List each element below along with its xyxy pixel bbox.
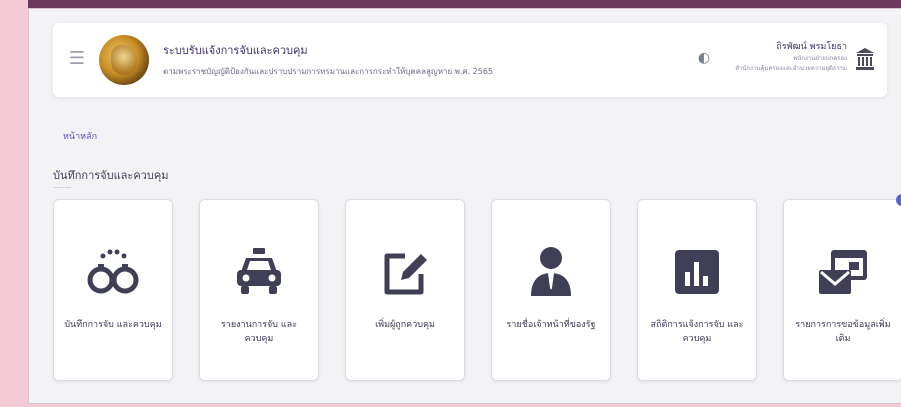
user-role: พนักงานฝ่ายปกครอง bbox=[793, 55, 847, 62]
card-info-requests[interactable]: รายการการขอข้อมูลเพิ่มเติม bbox=[783, 194, 901, 381]
police-car-icon bbox=[237, 248, 281, 294]
government-building-icon[interactable] bbox=[855, 47, 875, 71]
card-statistics[interactable]: สถิติการแจ้งการจับ และควบคุม bbox=[637, 199, 757, 381]
card-record-arrest[interactable]: บันทึกการจับ และควบคุม bbox=[53, 199, 173, 381]
organization-logo bbox=[99, 35, 149, 85]
theme-toggle-icon[interactable]: ◐ bbox=[695, 49, 713, 67]
card-label: บันทึกการจับ และควบคุม bbox=[64, 320, 162, 330]
menu-icon[interactable]: ☰ bbox=[67, 49, 87, 69]
app-header: ☰ ระบบรับแจ้งการจับและควบคุม ตามพระราชบั… bbox=[53, 23, 887, 97]
main-page: ☰ ระบบรับแจ้งการจับและควบคุม ตามพระราชบั… bbox=[28, 8, 901, 404]
user-name[interactable]: ถิรพัฒน์ พรมโยธา bbox=[776, 39, 847, 53]
handcuffs-icon bbox=[87, 249, 139, 294]
notification-dot bbox=[896, 194, 901, 206]
card-officer-list[interactable]: รายชื่อเจ้าหน้าที่ของรัฐ bbox=[491, 199, 611, 381]
user-organization: สำนักงานคุ้มครองและอำนวยความยุติธรรม bbox=[735, 65, 847, 72]
app-title: ระบบรับแจ้งการจับและควบคุม bbox=[163, 44, 308, 57]
card-label: เพิ่มผู้ถูกควบคุม bbox=[375, 320, 435, 330]
mail-window-icon bbox=[819, 250, 867, 294]
card-label: รายชื่อเจ้าหน้าที่ของรัฐ bbox=[506, 320, 596, 330]
card-label: สถิติการแจ้งการจับ และควบคุม bbox=[650, 320, 744, 344]
edit-icon bbox=[384, 253, 427, 295]
section-subtitle: ——— bbox=[53, 184, 71, 191]
card-add-detainee[interactable]: เพิ่มผู้ถูกควบคุม bbox=[345, 199, 465, 381]
breadcrumb-home[interactable]: หน้าหลัก bbox=[63, 129, 97, 143]
menu-cards: บันทึกการจับ และควบคุม รายงานการจับ และค… bbox=[53, 194, 901, 389]
app-subtitle: ตามพระราชบัญญัติป้องกันและปราบปรามการทรม… bbox=[163, 67, 494, 76]
top-border bbox=[28, 0, 901, 8]
officer-icon bbox=[531, 247, 571, 296]
card-label: รายการการขอข้อมูลเพิ่มเติม bbox=[795, 320, 891, 344]
chart-icon bbox=[675, 250, 719, 294]
card-arrest-report[interactable]: รายงานการจับ และควบคุม bbox=[199, 199, 319, 381]
card-label: รายงานการจับ และควบคุม bbox=[220, 320, 298, 344]
section-title: บันทึกการจับและควบคุม bbox=[53, 169, 169, 182]
